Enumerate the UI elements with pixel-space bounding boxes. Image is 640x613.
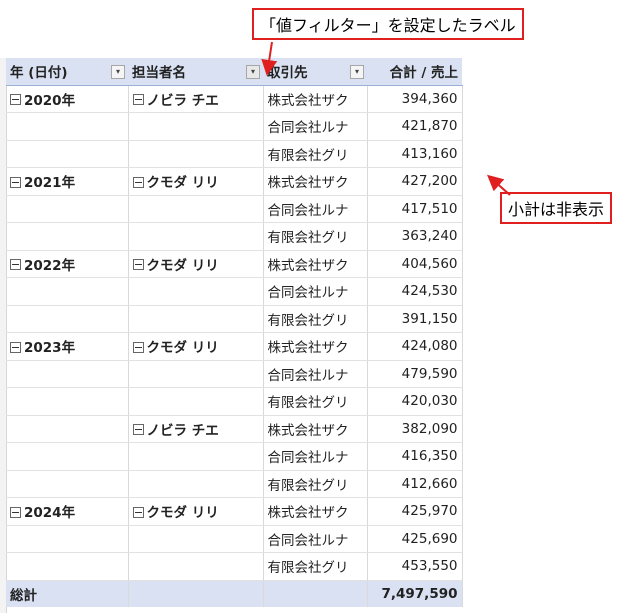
callout-arrows xyxy=(261,41,511,196)
subtotal-callout-arrow xyxy=(487,174,511,196)
filter-callout-arrow xyxy=(261,41,278,76)
